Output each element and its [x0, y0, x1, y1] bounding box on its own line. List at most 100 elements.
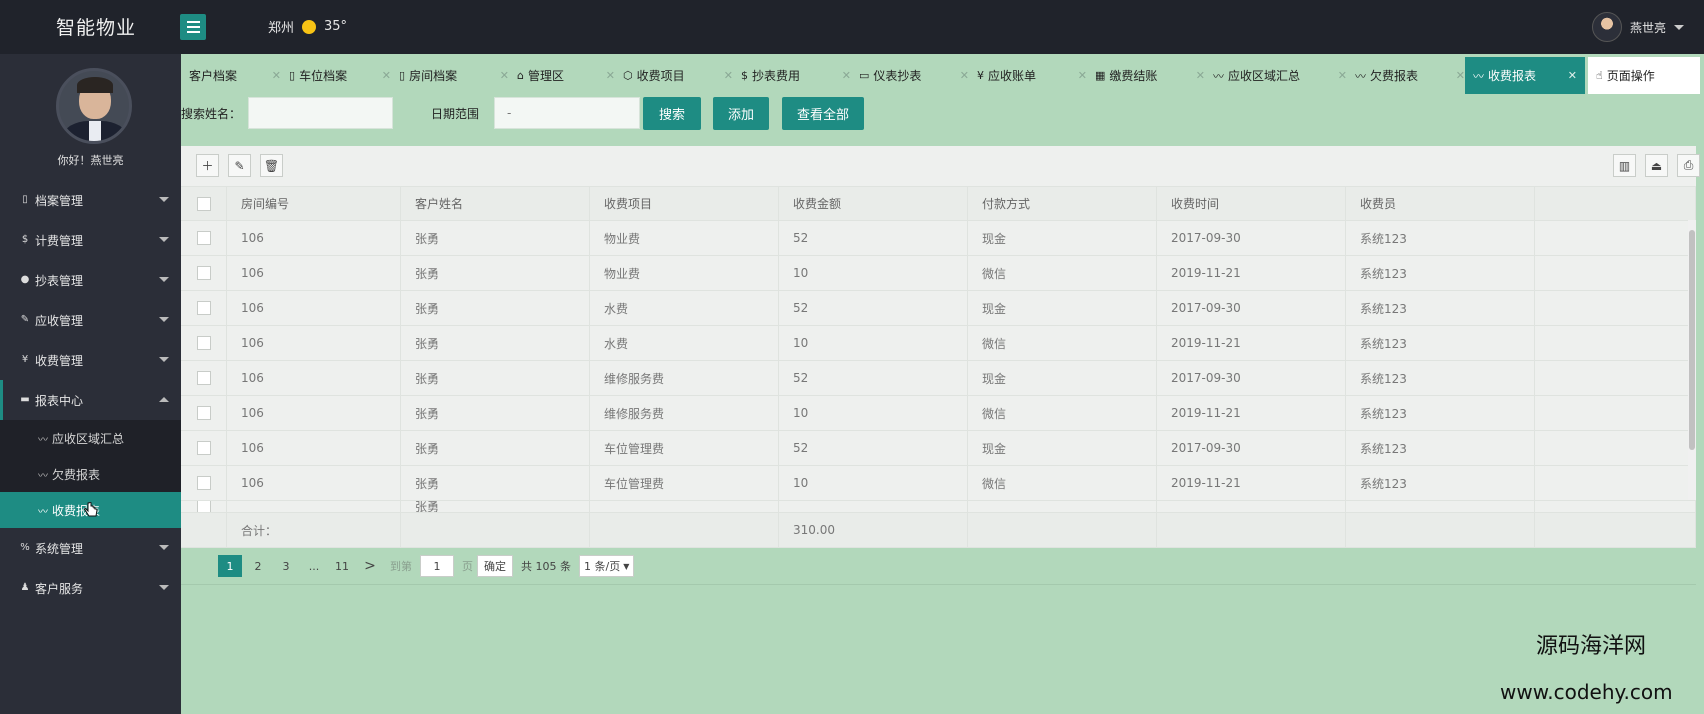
row-checkbox[interactable]: [196, 441, 211, 455]
name-search-label: 搜索姓名：: [181, 107, 242, 121]
close-icon[interactable]: ✕: [724, 69, 733, 82]
table-cell: 车位管理费: [590, 466, 779, 500]
close-icon[interactable]: ✕: [1078, 69, 1087, 82]
table-cell: 水费: [590, 326, 779, 360]
table-cell: 张勇: [401, 466, 590, 500]
goto-page-input[interactable]: 1: [420, 555, 454, 577]
tab-room-archive[interactable]: ▯ 房间档案 ✕: [391, 57, 509, 94]
tab-customer-archive[interactable]: 客户档案 ✕: [181, 57, 281, 94]
yen-icon: ¥: [21, 354, 29, 365]
table-row: 106 张勇 车位管理费 10 微信 2019-11-21 系统123: [181, 466, 1696, 501]
tab-charge-report[interactable]: 〰收费报表 ✕: [1465, 57, 1585, 94]
table-row: 106 张勇 水费 52 现金 2017-09-30 系统123: [181, 291, 1696, 326]
total-amount: 310.00: [779, 513, 968, 547]
table-cell: 2019-11-21: [1157, 466, 1346, 500]
row-checkbox[interactable]: [196, 406, 211, 420]
column-header: 收费项目: [590, 187, 779, 220]
page-2[interactable]: 2: [246, 555, 270, 577]
edit-row-button[interactable]: ✎: [228, 154, 251, 177]
close-icon[interactable]: ✕: [382, 69, 391, 82]
sidebar-item-meter[interactable]: ● 抄表管理: [0, 260, 181, 300]
pencil-icon: ✎: [234, 158, 245, 173]
print-button[interactable]: ⎙: [1677, 154, 1700, 177]
row-checkbox[interactable]: [196, 336, 211, 350]
sidebar-item-reports[interactable]: ▬ 报表中心: [0, 380, 181, 420]
add-row-button[interactable]: ＋: [196, 154, 219, 177]
close-icon[interactable]: ✕: [606, 69, 615, 82]
table-row: 106 张勇 维修服务费 10 微信 2019-11-21 系统123: [181, 396, 1696, 431]
page-operations-tab[interactable]: ☝ 页面操作: [1588, 57, 1700, 94]
tab-area-summary[interactable]: 〰应收区域汇总 ✕: [1205, 57, 1347, 94]
tab-meter-reading[interactable]: ▭ 仪表抄表 ✕: [851, 57, 969, 94]
report-icon: ▬: [20, 394, 30, 405]
tab-payment-settlement[interactable]: ▦ 缴费结账 ✕: [1087, 57, 1205, 94]
select-all-checkbox[interactable]: [196, 196, 211, 211]
row-checkbox[interactable]: [196, 231, 211, 245]
page-1[interactable]: 1: [218, 555, 242, 577]
goto-confirm-button[interactable]: 确定: [477, 555, 513, 577]
tab-management-area[interactable]: ⌂ 管理区 ✕: [509, 57, 615, 94]
menu-toggle-button[interactable]: [180, 14, 206, 40]
table-cell: 系统123: [1346, 221, 1535, 255]
tab-arrears-report[interactable]: 〰欠费报表 ✕: [1347, 57, 1465, 94]
watermark-url: www.codehy.com: [1500, 680, 1673, 704]
user-menu[interactable]: 燕世亮: [1591, 12, 1684, 42]
export-button[interactable]: ⏏: [1645, 154, 1668, 177]
close-icon[interactable]: ✕: [960, 69, 969, 82]
search-button[interactable]: 搜索: [643, 97, 701, 130]
row-checkbox[interactable]: [196, 476, 211, 490]
close-icon[interactable]: ✕: [842, 69, 851, 82]
row-checkbox[interactable]: [196, 301, 211, 315]
sidebar-item-customer-service[interactable]: ♟ 客户服务: [0, 568, 181, 608]
tab-parking-archive[interactable]: ▯ 车位档案 ✕: [281, 57, 391, 94]
sidebar-item-charge[interactable]: ¥ 收费管理: [0, 340, 181, 380]
page-size-select[interactable]: 1 条/页 ▼: [579, 555, 635, 577]
sidebar-subitem-arrears-report[interactable]: 〰 欠费报表: [0, 456, 181, 492]
delete-row-button[interactable]: 🗑: [260, 154, 283, 177]
sidebar-subitem-charge-report[interactable]: 〰 收费报表: [0, 492, 181, 528]
row-checkbox[interactable]: [196, 501, 211, 512]
columns-button[interactable]: ▥: [1613, 154, 1636, 177]
page-3[interactable]: 3: [274, 555, 298, 577]
home-icon: ⌂: [517, 69, 524, 82]
row-checkbox[interactable]: [196, 371, 211, 385]
sidebar-item-billing[interactable]: $ 计费管理: [0, 220, 181, 260]
table-cell: 106: [227, 256, 401, 290]
tab-charge-items[interactable]: ⬡ 收费项目 ✕: [615, 57, 733, 94]
tab-meter-fees[interactable]: $ 抄表费用 ✕: [733, 57, 851, 94]
sidebar-subitem-area-summary[interactable]: 〰 应收区域汇总: [0, 420, 181, 456]
date-range-input[interactable]: -: [494, 97, 640, 129]
close-icon[interactable]: ✕: [1568, 69, 1577, 82]
table-cell: 张勇: [401, 291, 590, 325]
close-icon[interactable]: ✕: [1456, 69, 1465, 82]
sidebar-item-receivable[interactable]: ✎ 应收管理: [0, 300, 181, 340]
row-checkbox[interactable]: [196, 266, 211, 280]
charge-report-table: 房间编号 客户姓名 收费项目 收费金额 付款方式 收费时间 收费员 106 张勇 物业费 52 现金 2…: [181, 186, 1696, 548]
sidebar-item-archive[interactable]: ▯ 档案管理: [0, 180, 181, 220]
table-cell: 106: [227, 291, 401, 325]
watermark-title: 源码海洋网: [1536, 634, 1647, 659]
name-search-input[interactable]: [248, 97, 393, 129]
table-footer: 合计： 310.00: [181, 513, 1696, 548]
greeting-text: 你好！燕世亮: [57, 154, 124, 167]
page-11[interactable]: 11: [330, 555, 354, 577]
add-button[interactable]: 添加: [713, 97, 769, 130]
table-cell: 水费: [590, 291, 779, 325]
table-row: 106 张勇 物业费 10 微信 2019-11-21 系统123: [181, 256, 1696, 291]
tab-receivable-bills[interactable]: ¥ 应收账单 ✕: [969, 57, 1087, 94]
table-scrollbar[interactable]: [1688, 220, 1696, 500]
table-cell: 张勇: [401, 501, 590, 512]
view-all-button[interactable]: 查看全部: [782, 97, 864, 130]
sidebar-item-system[interactable]: % 系统管理: [0, 528, 181, 568]
close-icon[interactable]: ✕: [1196, 69, 1205, 82]
next-page-button[interactable]: >: [358, 555, 382, 577]
caret-down-icon: ▼: [623, 561, 630, 571]
close-icon[interactable]: ✕: [1338, 69, 1347, 82]
print-icon: ⎙: [1683, 158, 1694, 172]
table-cell: 52: [779, 361, 968, 395]
table-cell: 张勇: [401, 361, 590, 395]
table-cell: 张勇: [401, 431, 590, 465]
close-icon[interactable]: ✕: [500, 69, 509, 82]
chevron-down-icon: [159, 317, 169, 322]
close-icon[interactable]: ✕: [272, 69, 281, 82]
